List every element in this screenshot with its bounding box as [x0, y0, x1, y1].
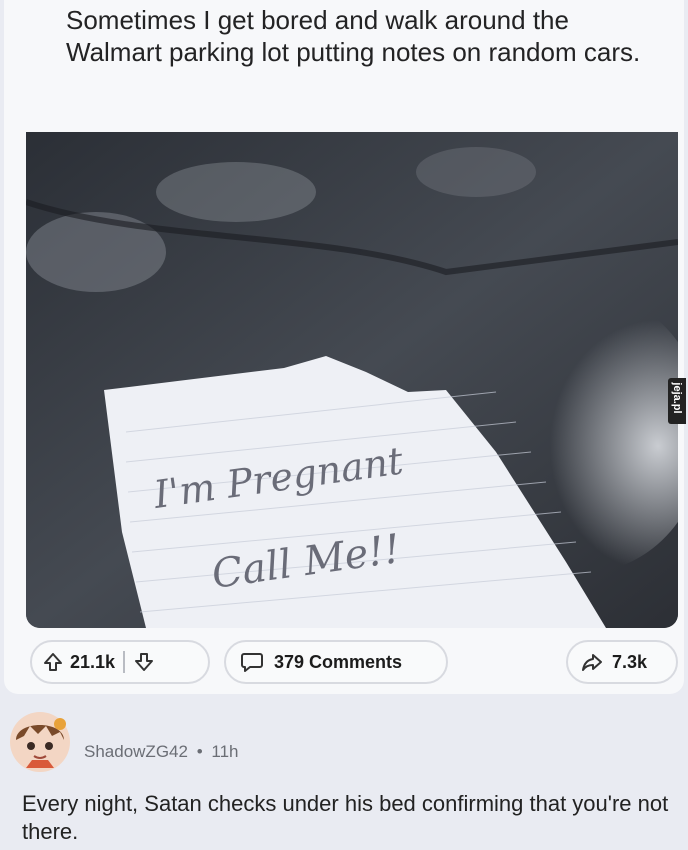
avatar[interactable] [8, 710, 72, 774]
speech-bubble-icon [240, 651, 264, 673]
comment-body: Every night, Satan checks under his bed … [22, 791, 669, 844]
vote-count: 21.1k [70, 651, 116, 672]
meta-separator: • [196, 742, 203, 761]
share-arrow-icon [580, 651, 604, 673]
comment: ShadowZG42 • 11h Every night, Satan chec… [0, 704, 688, 850]
watermark-text: jeja.pl [671, 382, 683, 414]
comments-button[interactable]: 379 Comments [224, 640, 448, 684]
comment-username[interactable]: ShadowZG42 [84, 742, 188, 761]
post-title: Sometimes I get bored and walk around th… [66, 5, 641, 67]
windshield-note-photo: I'm Pregnant Call Me!! [26, 132, 678, 628]
share-button[interactable]: 7.3k [566, 640, 678, 684]
vote-control: 21.1k [30, 640, 210, 684]
vote-separator [123, 651, 126, 673]
arrow-down-icon[interactable] [133, 651, 155, 673]
comment-age: 11h [211, 742, 239, 761]
share-count: 7.3k [612, 651, 648, 672]
watermark-badge: jeja.pl [668, 378, 686, 424]
post-image[interactable]: I'm Pregnant Call Me!! [26, 132, 678, 628]
comment-meta: ShadowZG42 • 11h [84, 742, 238, 762]
post-card: Sometimes I get bored and walk around th… [4, 0, 684, 694]
arrow-up-icon[interactable] [42, 651, 64, 673]
comments-label: 379 Comments [274, 651, 403, 672]
